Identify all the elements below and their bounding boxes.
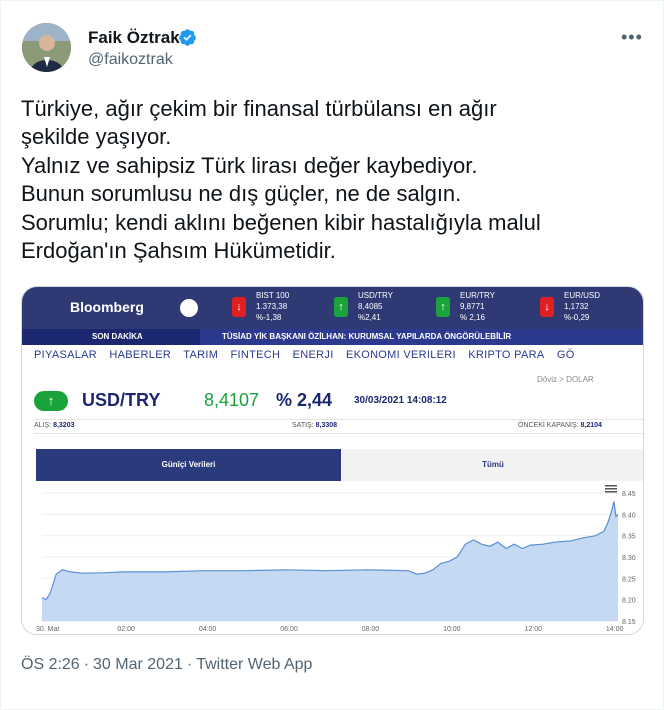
x-tick-label: 10:00 [443,626,461,633]
y-tick-label: 8.40 [622,512,636,519]
nav-item: PIYASALAR [34,349,98,361]
tweet-text: Türkiye, ağır çekim bir finansal türbüla… [21,96,541,264]
nav-item: FINTECH [230,349,281,361]
prev-close-value: ÖNCEKİ KAPANIŞ: 8,2104 [518,422,602,429]
display-name[interactable]: Faik Öztrak [88,28,180,48]
divider [34,433,643,434]
y-tick-label: 8.35 [622,534,636,541]
y-tick-label: 8.15 [622,619,636,626]
site-nav: PIYASALAR HABERLER TARIM FINTECH ENERJI … [34,349,584,361]
ticker-eurusd: ↓ EUR/USD 1,1732 %-0,29 [540,291,640,325]
ticker-eurtry: ↑ EUR/TRY 9,8771 % 2,16 [436,291,536,325]
bid-value: ALIŞ: 8,3203 [34,422,75,429]
nav-item: TARIM [183,349,219,361]
ticker-change: %-1,38 [256,313,282,322]
bloomberg-logo: Bloomberg [70,299,144,315]
tweet-footer: ÖS 2:26 · 30 Mar 2021 · Twitter Web App [21,656,313,673]
x-tick-label: 08:00 [362,626,380,633]
tab-intraday: Günîçi Verileri [36,449,341,481]
arrow-up-icon: ↑ [436,297,450,317]
user-handle[interactable]: @faikoztrak [88,51,173,69]
nav-item: EKONOMI VERILERI [345,349,456,361]
ticker-name: EUR/USD [564,291,601,300]
arrow-up-icon: ↑ [34,391,68,411]
arrow-up-icon: ↑ [334,297,348,317]
x-tick-label: 30. Mar [36,626,60,633]
price-chart-svg: 8.15 8.20 8.25 8.30 8.35 8.40 8.45 30. Mar 02:00… [36,485,636,633]
price-chart: 8.15 8.20 8.25 8.30 8.35 8.40 8.45 30. Mar 02:00… [36,483,643,634]
quote-symbol: USD/TRY [82,390,161,410]
x-tick-label: 14:00 [606,626,624,633]
tweet-media-image[interactable]: Bloomberg ↓ BIST 100 1.373,38 %-1,38 ↑ U… [21,286,644,635]
x-tick-label: 06:00 [280,626,298,633]
nav-item: HABERLER [109,349,172,361]
breaking-label: SON DAKİKA [22,329,200,345]
divider [34,419,643,420]
ticker-name: BIST 100 [256,291,290,300]
quote-timestamp: 30/03/2021 14:08:12 [354,395,447,406]
breadcrumb: Döviz > DOLAR [537,375,594,384]
arrow-down-icon: ↓ [232,297,246,317]
menu-icon [605,491,617,493]
ticker-name: EUR/TRY [460,291,495,300]
ask-value: SATIŞ: 8,3308 [292,422,338,429]
menu-icon [605,488,617,490]
tweet-source[interactable]: Twitter Web App [196,656,312,673]
tweet-time[interactable]: ÖS 2:26 [21,656,80,673]
breaking-headline: TÜSİAD YİK BAŞKANI ÖZİLHAN: KURUMSAL YAP… [222,332,512,341]
quote-header: ↑ USD/TRY 8,4107 % 2,44 30/03/2021 14:08… [34,389,634,413]
ticker-change: %2,41 [358,313,381,322]
more-horizontal-icon[interactable]: ••• [621,27,643,48]
breaking-news-bar: SON DAKİKA TÜSİAD YİK BAŞKANI ÖZİLHAN: K… [22,329,643,345]
logo-mark-icon [180,299,198,317]
y-tick-label: 8.20 [622,598,636,605]
nav-item: ENERJI [292,349,334,361]
menu-icon [605,485,617,487]
ticker-bist100: ↓ BIST 100 1.373,38 %-1,38 [232,291,332,325]
verified-badge-icon [179,29,196,46]
tab-all: Tümü [341,449,643,481]
nav-item: KRIPTO PARA [468,349,545,361]
quote-change-pct: % 2,44 [276,390,333,410]
ticker-value: 8,4085 [358,302,383,311]
tweet-date[interactable]: 30 Mar 2021 [93,656,183,673]
ticker-usdtry: ↑ USD/TRY 8,4085 %2,41 [334,291,434,325]
arrow-down-icon: ↓ [540,297,554,317]
y-tick-label: 8.30 [622,555,636,562]
nav-item: GÖ [556,349,575,361]
tweet-card: Faik Öztrak @faikoztrak ••• Türkiye, ağı… [0,0,664,710]
ticker-change: %-0,29 [564,313,590,322]
ticker-value: 9,8771 [460,302,485,311]
ticker-change: % 2,16 [460,313,485,322]
y-tick-label: 8.25 [622,576,636,583]
ticker-name: USD/TRY [358,291,393,300]
series-area [42,501,618,621]
avatar[interactable] [22,23,71,72]
ticker-value: 1,1732 [564,302,589,311]
ticker-value: 1.373,38 [256,302,288,311]
bloomberg-header: Bloomberg ↓ BIST 100 1.373,38 %-1,38 ↑ U… [22,287,643,329]
x-tick-label: 04:00 [199,626,217,633]
x-tick-label: 02:00 [117,626,135,633]
y-tick-label: 8.45 [622,491,636,498]
x-tick-label: 12:00 [524,626,542,633]
quote-price: 8,4107 [204,390,260,410]
